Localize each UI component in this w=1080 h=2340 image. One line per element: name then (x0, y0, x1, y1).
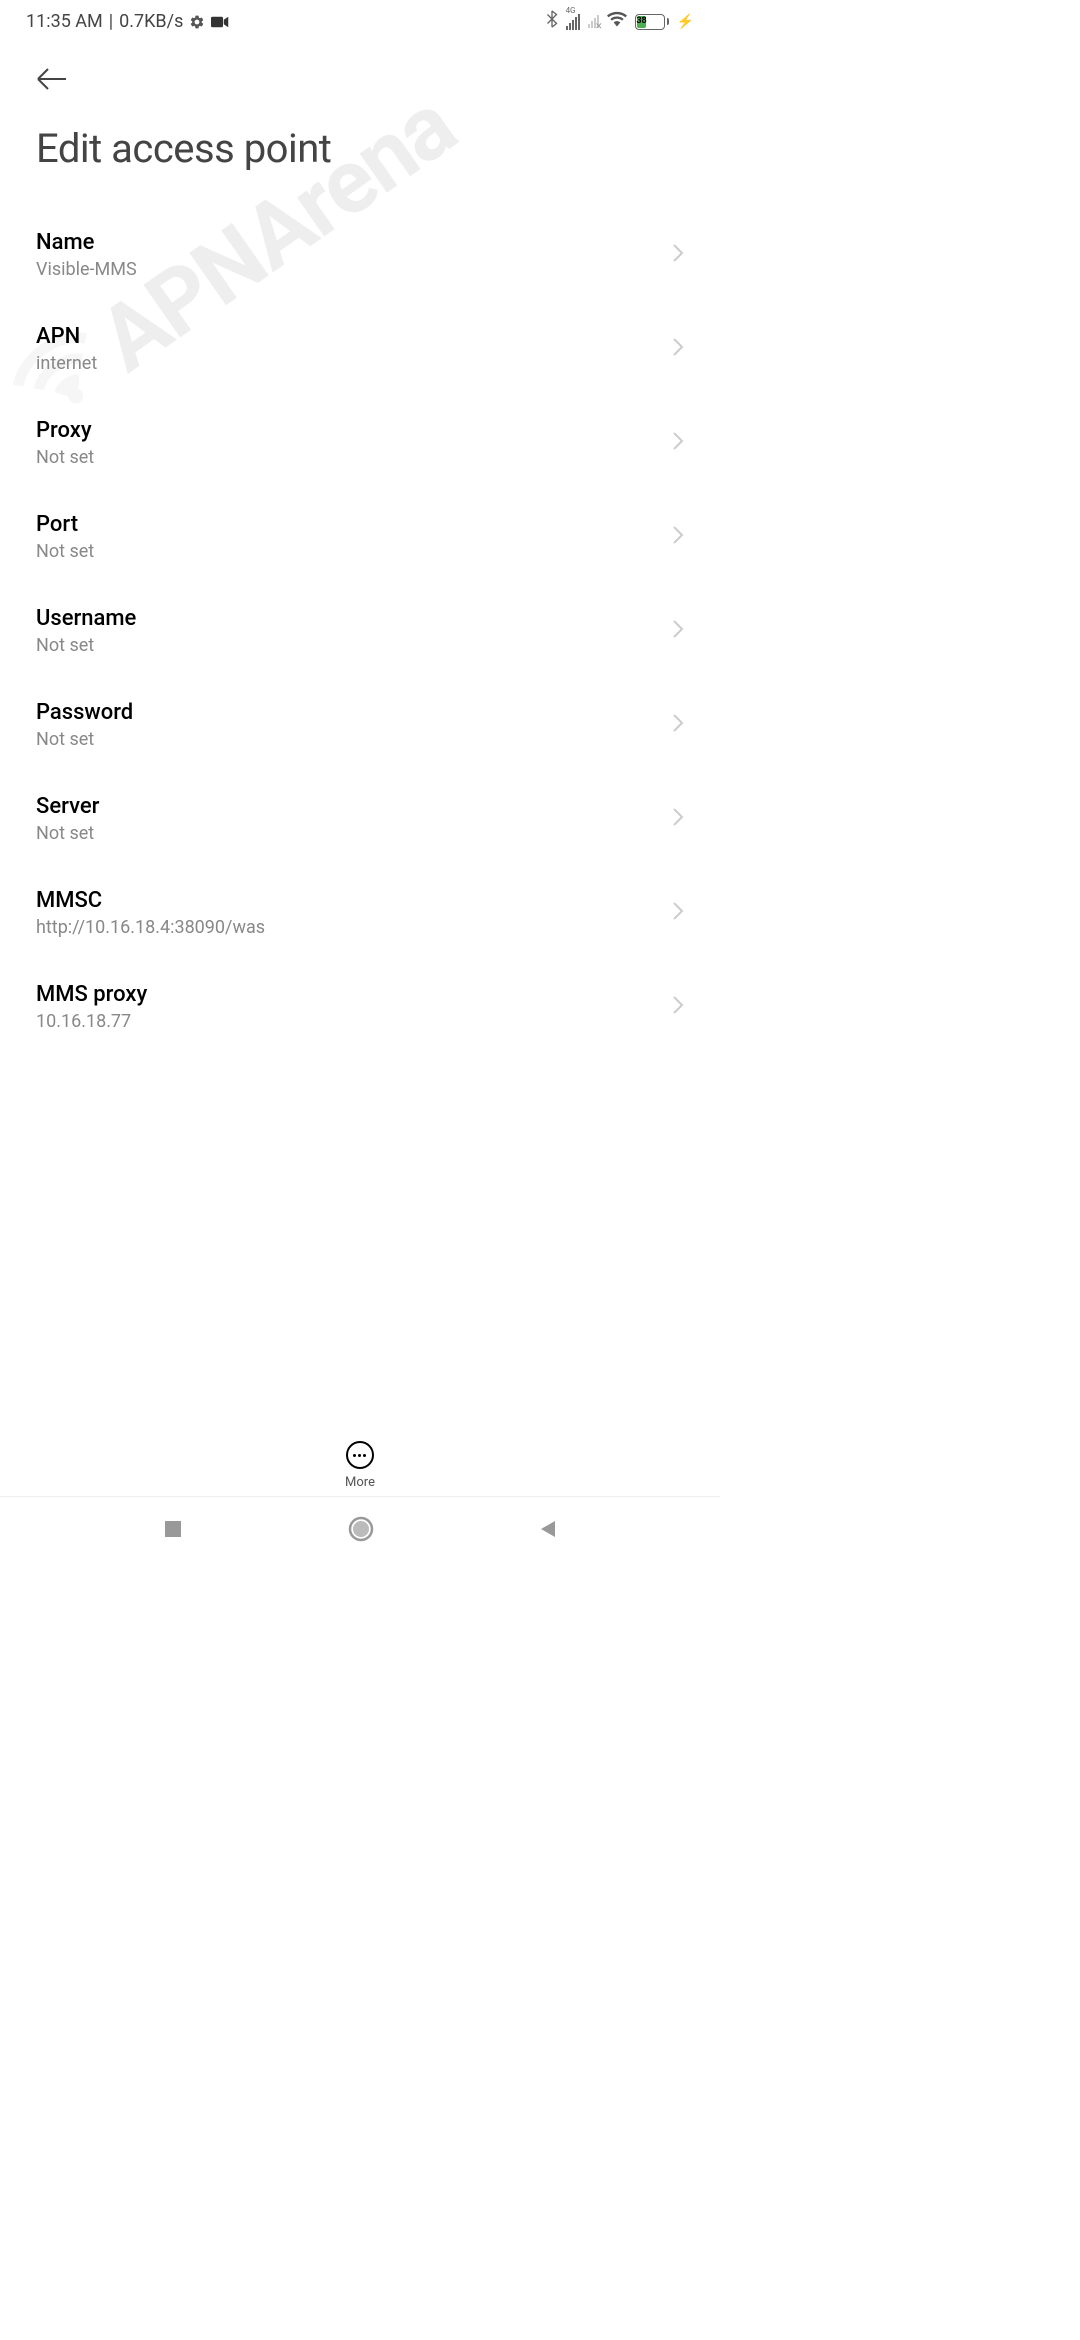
bluetooth-icon (546, 10, 558, 33)
signal-4g-icon: 4G (566, 14, 580, 30)
gear-icon (189, 14, 205, 30)
setting-value: Not set (36, 729, 672, 750)
setting-password[interactable]: Password Not set (36, 678, 684, 772)
status-data-rate: 0.7KB/s (119, 11, 183, 32)
setting-label: MMSC (36, 888, 672, 913)
setting-apn[interactable]: APN internet (36, 302, 684, 396)
setting-value: Not set (36, 541, 672, 562)
chevron-right-icon (672, 995, 684, 1019)
setting-server[interactable]: Server Not set (36, 772, 684, 866)
setting-value: Not set (36, 635, 672, 656)
battery-icon: 38 (635, 14, 669, 30)
setting-value: Visible-MMS (36, 259, 672, 280)
status-bar: 11:35 AM | 0.7KB/s 4G ✕ (0, 0, 720, 39)
chevron-right-icon (672, 807, 684, 831)
settings-list: Name Visible-MMS APN internet Proxy Not … (0, 200, 720, 1054)
charging-icon: ⚡ (677, 14, 694, 30)
setting-proxy[interactable]: Proxy Not set (36, 396, 684, 490)
more-icon (346, 1441, 374, 1469)
setting-label: Server (36, 794, 672, 819)
chevron-right-icon (672, 901, 684, 925)
setting-username[interactable]: Username Not set (36, 584, 684, 678)
setting-value: 10.16.18.77 (36, 1011, 672, 1032)
setting-mms-proxy[interactable]: MMS proxy 10.16.18.77 (36, 960, 684, 1054)
more-button[interactable]: More (345, 1441, 375, 1490)
setting-label: Username (36, 606, 672, 631)
status-time: 11:35 AM (26, 11, 103, 32)
setting-port[interactable]: Port Not set (36, 490, 684, 584)
chevron-right-icon (672, 525, 684, 549)
signal-no-sim-icon: ✕ (588, 15, 599, 28)
wifi-icon (607, 11, 627, 32)
nav-back-button[interactable] (539, 1519, 557, 1539)
setting-value: http://10.16.18.4:38090/was (36, 917, 672, 938)
back-arrow-icon (36, 67, 68, 91)
back-button[interactable] (36, 59, 68, 99)
setting-name[interactable]: Name Visible-MMS (36, 208, 684, 302)
setting-label: Proxy (36, 418, 672, 443)
nav-recent-button[interactable] (163, 1519, 183, 1539)
header (0, 39, 720, 109)
triangle-back-icon (539, 1519, 557, 1539)
setting-mmsc[interactable]: MMSC http://10.16.18.4:38090/was (36, 866, 684, 960)
chevron-right-icon (672, 337, 684, 361)
chevron-right-icon (672, 713, 684, 737)
chevron-right-icon (672, 619, 684, 643)
setting-value: Not set (36, 447, 672, 468)
chevron-right-icon (672, 431, 684, 455)
status-separator: | (109, 11, 113, 32)
setting-label: APN (36, 324, 672, 349)
setting-value: Not set (36, 823, 672, 844)
nav-bar (0, 1496, 720, 1560)
page-title: Edit access point (0, 109, 720, 200)
setting-label: Port (36, 512, 672, 537)
chevron-right-icon (672, 243, 684, 267)
setting-label: MMS proxy (36, 982, 672, 1007)
camera-icon (211, 15, 229, 29)
nav-home-button[interactable] (348, 1516, 374, 1542)
status-right: 4G ✕ 38 ⚡ (546, 10, 694, 33)
bottom-bar: More (0, 1429, 720, 1490)
setting-label: Password (36, 700, 672, 725)
setting-label: Name (36, 230, 672, 255)
circle-icon (348, 1516, 374, 1542)
setting-value: internet (36, 353, 672, 374)
status-left: 11:35 AM | 0.7KB/s (26, 11, 229, 32)
more-label: More (345, 1475, 375, 1490)
square-icon (163, 1519, 183, 1539)
battery-percentage: 38 (637, 16, 647, 28)
